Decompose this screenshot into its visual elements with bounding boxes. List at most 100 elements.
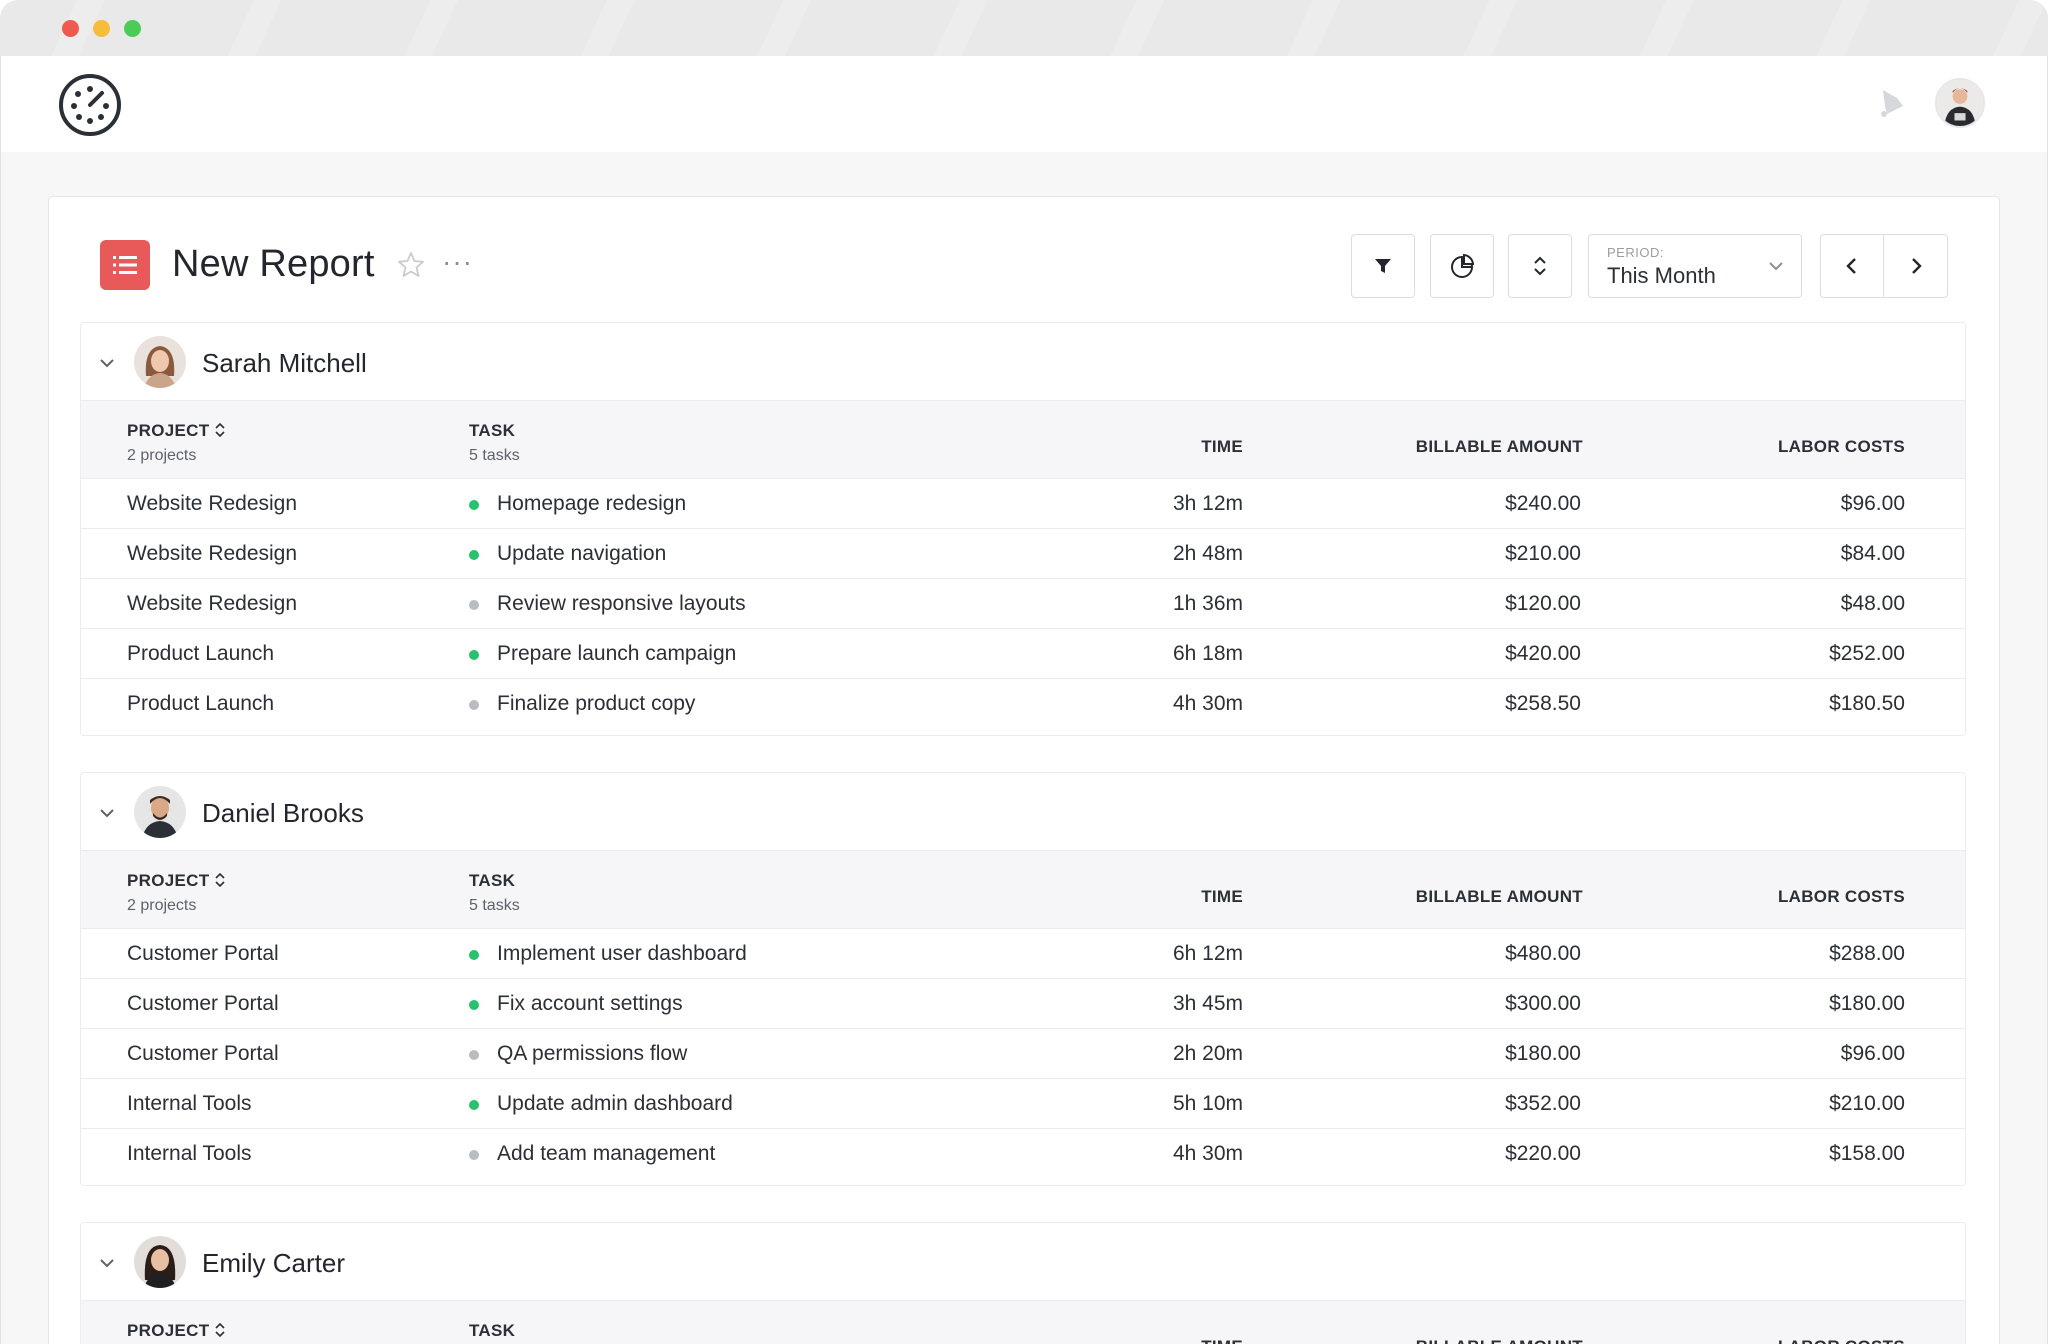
row-project: Customer Portal (127, 992, 279, 1015)
table-row[interactable]: Product Launch Finalize product copy 4h … (81, 679, 1965, 729)
chevron-down-icon[interactable] (97, 803, 117, 823)
period-select[interactable]: PERIOD: This Month (1588, 234, 1802, 298)
row-labor: $180.00 (1829, 992, 1905, 1015)
chart-button[interactable] (1430, 234, 1494, 298)
user-avatar[interactable] (1935, 78, 1985, 128)
row-task: QA permissions flow (497, 1042, 688, 1065)
column-task: TASK (469, 871, 516, 890)
status-dot (469, 950, 479, 960)
row-task: Fix account settings (497, 992, 683, 1015)
status-dot (469, 500, 479, 510)
table-body: Website Redesign Homepage redesign 3h 12… (81, 479, 1965, 729)
table-row[interactable]: Customer Portal Fix account settings 3h … (81, 979, 1965, 1029)
table-row[interactable]: Website Redesign Review responsive layou… (81, 579, 1965, 629)
row-project: Internal Tools (127, 1142, 252, 1165)
row-project: Website Redesign (127, 542, 298, 565)
row-time: 4h 30m (1172, 1142, 1243, 1165)
row-billable: $120.00 (1505, 592, 1581, 615)
table-row[interactable]: Website Redesign Homepage redesign 3h 12… (81, 479, 1965, 529)
row-time: 6h 18m (1172, 642, 1243, 665)
sort-icon[interactable] (213, 421, 227, 439)
row-labor: $84.00 (1840, 542, 1905, 565)
status-dot (469, 1100, 479, 1110)
row-billable: $300.00 (1505, 992, 1581, 1015)
row-labor: $180.50 (1829, 692, 1905, 715)
list-icon (100, 240, 150, 290)
column-project[interactable]: PROJECT (127, 871, 209, 891)
row-labor: $252.00 (1829, 642, 1905, 665)
person-name: Emily Carter (202, 1248, 346, 1278)
person-section: Emily Carter PROJECT TASK TIME BILLABLE … (80, 1222, 1966, 1344)
chevron-right-icon (1911, 258, 1922, 274)
row-task: Update navigation (497, 542, 667, 565)
row-labor: $96.00 (1840, 1042, 1905, 1065)
sort-icon[interactable] (213, 1321, 227, 1339)
period-label: PERIOD: (1607, 245, 1664, 260)
sort-icon[interactable] (213, 871, 227, 889)
table-row[interactable]: Website Redesign Update navigation 2h 48… (81, 529, 1965, 579)
person-header[interactable]: Emily Carter (81, 1223, 1965, 1301)
table-body: Customer Portal Implement user dashboard… (81, 929, 1965, 1179)
window-close-button[interactable] (62, 20, 79, 37)
person-name: Daniel Brooks (202, 798, 364, 828)
row-labor: $288.00 (1829, 942, 1905, 965)
row-billable: $480.00 (1505, 942, 1581, 965)
task-count: 5 tasks (469, 897, 520, 914)
table-row[interactable]: Customer Portal Implement user dashboard… (81, 929, 1965, 979)
column-task: TASK (469, 1321, 516, 1340)
column-labor: LABOR COSTS (1777, 437, 1905, 456)
status-dot (469, 1150, 479, 1160)
row-project: Website Redesign (127, 592, 298, 615)
status-dot (469, 700, 479, 710)
row-project: Product Launch (127, 692, 275, 715)
column-labor: LABOR COSTS (1777, 887, 1905, 906)
column-billable: BILLABLE AMOUNT (1416, 1337, 1583, 1344)
row-time: 3h 12m (1172, 492, 1243, 515)
filter-icon (1375, 259, 1391, 273)
avatar (134, 1236, 186, 1288)
bell-icon[interactable] (1873, 84, 1909, 120)
project-count: 2 projects (127, 897, 197, 914)
app-header (0, 56, 2048, 152)
table-row[interactable]: Internal Tools Add team management 4h 30… (81, 1129, 1965, 1179)
window-minimize-button[interactable] (93, 20, 110, 37)
table-row[interactable]: Internal Tools Update admin dashboard 5h… (81, 1079, 1965, 1129)
column-project[interactable]: PROJECT (127, 1321, 209, 1341)
row-task: Update admin dashboard (497, 1092, 733, 1115)
previous-period-button[interactable] (1821, 235, 1885, 297)
timer-logo-icon[interactable] (57, 72, 123, 138)
row-billable: $352.00 (1505, 1092, 1581, 1115)
sort-button[interactable] (1508, 234, 1572, 298)
row-time: 6h 12m (1172, 942, 1243, 965)
chevron-down-icon[interactable] (97, 1253, 117, 1273)
chevron-down-icon[interactable] (97, 353, 117, 373)
period-value: This Month (1607, 263, 1716, 288)
star-icon[interactable] (396, 250, 426, 280)
person-header[interactable]: Daniel Brooks (81, 773, 1965, 851)
status-dot (469, 1050, 479, 1060)
row-time: 1h 36m (1172, 592, 1243, 615)
more-options-button[interactable]: ··· (442, 248, 473, 276)
column-time: TIME (1201, 887, 1243, 906)
row-billable: $220.00 (1505, 1142, 1581, 1165)
next-period-button[interactable] (1884, 235, 1947, 297)
status-dot (469, 650, 479, 660)
window-maximize-button[interactable] (124, 20, 141, 37)
row-time: 5h 10m (1172, 1092, 1243, 1115)
column-time: TIME (1201, 437, 1243, 456)
table-row[interactable]: Product Launch Prepare launch campaign 6… (81, 629, 1965, 679)
column-project[interactable]: PROJECT (127, 421, 209, 441)
row-labor: $48.00 (1840, 592, 1905, 615)
chevron-down-icon (1769, 262, 1783, 271)
row-task: Add team management (497, 1142, 716, 1165)
row-time: 3h 45m (1172, 992, 1243, 1015)
person-header[interactable]: Sarah Mitchell (81, 323, 1965, 401)
filter-button[interactable] (1351, 234, 1415, 298)
row-billable: $258.50 (1505, 692, 1581, 715)
row-billable: $210.00 (1505, 542, 1581, 565)
report-title[interactable]: New Report (172, 243, 375, 286)
row-task: Finalize product copy (497, 692, 696, 715)
table-row[interactable]: Customer Portal QA permissions flow 2h 2… (81, 1029, 1965, 1079)
column-billable: BILLABLE AMOUNT (1415, 437, 1583, 456)
row-time: 2h 48m (1172, 542, 1243, 565)
